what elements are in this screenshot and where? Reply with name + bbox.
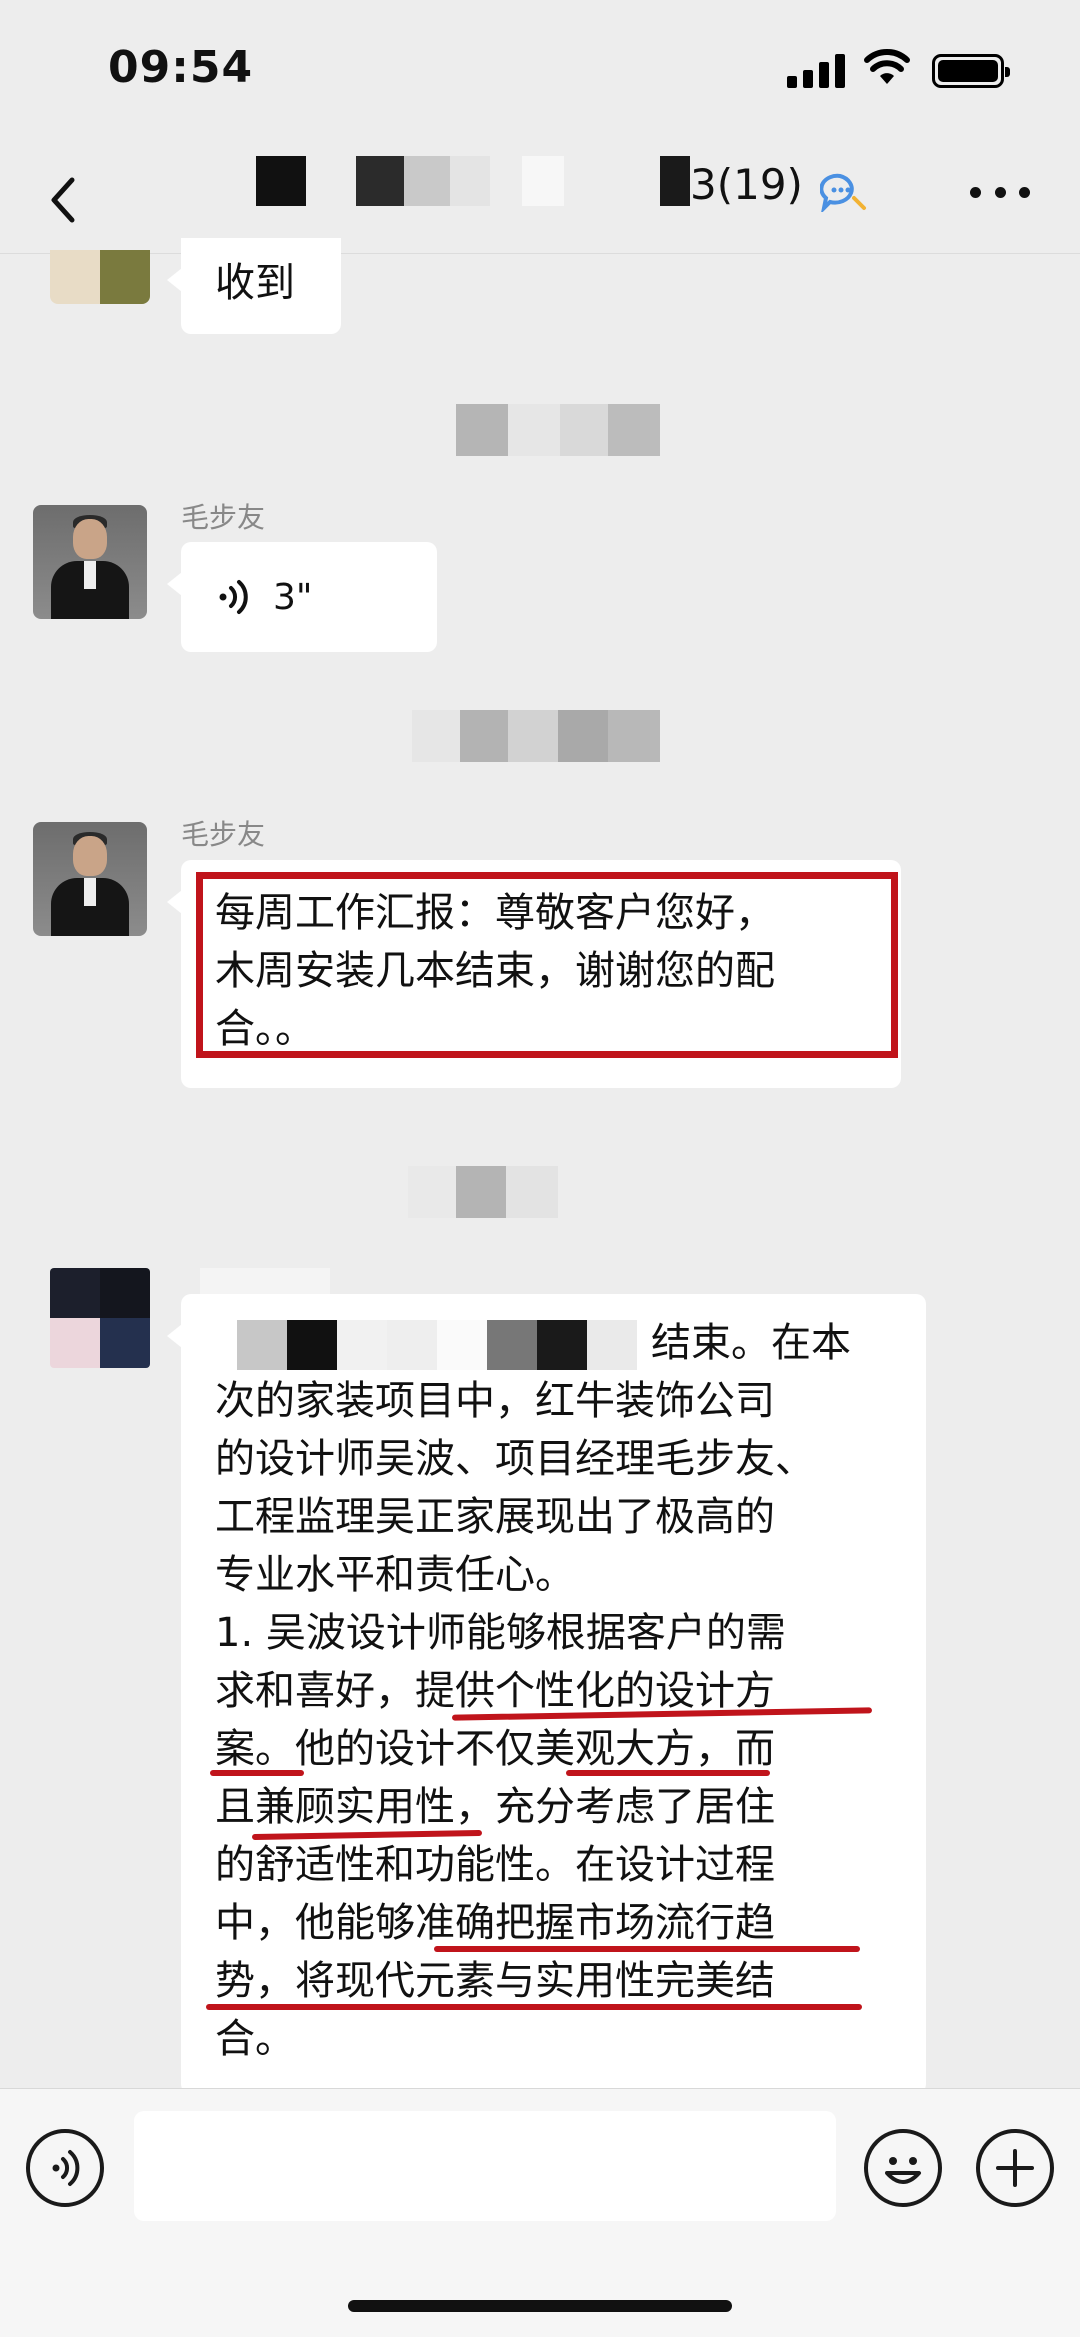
blurred-timestamp bbox=[506, 1166, 558, 1218]
cellular-signal-icon bbox=[787, 52, 845, 88]
blurred-timestamp bbox=[456, 1166, 506, 1218]
status-time: 09:54 bbox=[108, 42, 254, 93]
blurred-title-block bbox=[256, 156, 306, 206]
blurred-timestamp bbox=[412, 710, 460, 762]
blurred-title-block bbox=[404, 156, 450, 206]
chat-header: 3(19) bbox=[0, 150, 1080, 254]
blurred-timestamp bbox=[460, 710, 508, 762]
voice-wave-icon bbox=[219, 580, 248, 614]
avatar[interactable] bbox=[50, 1268, 150, 1368]
red-underline bbox=[210, 1770, 304, 1776]
blurred-timestamp bbox=[560, 404, 608, 456]
blurred-timestamp bbox=[508, 404, 560, 456]
blurred-timestamp bbox=[608, 710, 660, 762]
blurred-title-block bbox=[450, 156, 490, 206]
blurred-title-block bbox=[356, 156, 404, 206]
group-chat-icon[interactable] bbox=[820, 172, 868, 212]
blurred-timestamp bbox=[558, 710, 608, 762]
avatar[interactable] bbox=[33, 505, 147, 619]
avatar[interactable] bbox=[50, 250, 150, 304]
blurred-timestamp bbox=[608, 404, 660, 456]
message-text-visible-end: 结束。在本 bbox=[651, 1320, 851, 1366]
chat-title: 3(19) bbox=[250, 150, 890, 254]
sender-name: 毛步友 bbox=[181, 818, 266, 851]
blurred-title-block bbox=[522, 156, 564, 206]
red-underline bbox=[434, 1946, 860, 1952]
chevron-left-icon[interactable] bbox=[40, 170, 90, 230]
plus-icon[interactable] bbox=[976, 2129, 1054, 2207]
message-bubble[interactable]: 收到 bbox=[167, 238, 341, 334]
battery-icon bbox=[932, 54, 1010, 88]
blurred-timestamp bbox=[508, 710, 558, 762]
red-underline bbox=[566, 1770, 770, 1776]
message-text: 收到 bbox=[215, 260, 295, 306]
voice-input-icon[interactable] bbox=[26, 2129, 104, 2207]
message-bubble[interactable]: 结束。在本 次的家装项目中，红牛装饰公司 的设计师吴波、项目经理毛步友、 工程监… bbox=[167, 1294, 926, 2094]
blurred-timestamp bbox=[408, 1166, 456, 1218]
red-underline bbox=[206, 2004, 862, 2010]
message-input[interactable] bbox=[134, 2111, 836, 2221]
message-first-line: 结束。在本 bbox=[215, 1320, 895, 1378]
emoji-icon[interactable] bbox=[864, 2129, 942, 2207]
status-bar: 09:54 bbox=[0, 0, 1080, 150]
voice-duration: 3" bbox=[273, 576, 313, 618]
sender-name: 毛步友 bbox=[181, 501, 266, 534]
message-text: 次的家装项目中，红牛装饰公司 的设计师吴波、项目经理毛步友、 工程监理吴正家展现… bbox=[215, 1378, 815, 2062]
wifi-icon bbox=[864, 49, 910, 84]
member-count: 3(19) bbox=[690, 160, 803, 209]
more-dots-icon[interactable] bbox=[970, 172, 1030, 212]
red-annotation-box bbox=[196, 872, 898, 1058]
blurred-title-block bbox=[660, 156, 690, 206]
voice-message-bubble[interactable]: 3" bbox=[167, 542, 437, 652]
home-indicator[interactable] bbox=[348, 2300, 732, 2312]
blurred-timestamp bbox=[456, 404, 508, 456]
avatar[interactable] bbox=[33, 822, 147, 936]
